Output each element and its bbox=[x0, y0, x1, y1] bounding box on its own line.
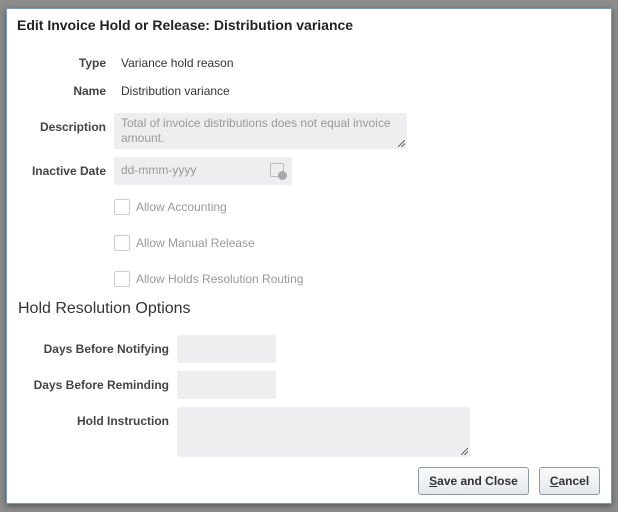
description-text: Total of invoice distributions does not … bbox=[121, 116, 391, 145]
resize-handle-icon[interactable] bbox=[461, 448, 468, 455]
save-label: ave and Close bbox=[437, 474, 518, 488]
days-reminding-input[interactable] bbox=[177, 371, 276, 399]
name-label: Name bbox=[73, 84, 106, 98]
cancel-button[interactable]: Cancel bbox=[539, 467, 600, 495]
hold-instruction-textarea[interactable] bbox=[177, 407, 470, 457]
hold-instruction-label: Hold Instruction bbox=[77, 414, 169, 428]
resize-handle-icon[interactable] bbox=[398, 140, 405, 147]
allow-manual-release-label: Allow Manual Release bbox=[136, 236, 255, 250]
inactive-date-label: Inactive Date bbox=[31, 164, 106, 178]
type-value: Variance hold reason bbox=[121, 56, 234, 70]
days-notifying-input[interactable] bbox=[177, 335, 276, 363]
cancel-label: ancel bbox=[558, 474, 590, 488]
days-notifying-label: Days Before Notifying bbox=[43, 342, 169, 356]
description-textarea[interactable]: Total of invoice distributions does not … bbox=[114, 113, 407, 149]
allow-accounting-label: Allow Accounting bbox=[136, 200, 227, 214]
allow-routing-label: Allow Holds Resolution Routing bbox=[136, 272, 304, 286]
allow-routing-checkbox[interactable] bbox=[114, 271, 130, 287]
calendar-icon[interactable] bbox=[270, 163, 287, 180]
description-label: Description bbox=[39, 120, 106, 134]
days-reminding-label: Days Before Reminding bbox=[33, 378, 169, 392]
save-and-close-button[interactable]: Save and Close bbox=[418, 467, 529, 495]
allow-accounting-checkbox[interactable] bbox=[114, 199, 130, 215]
edit-hold-dialog: Edit Invoice Hold or Release: Distributi… bbox=[6, 8, 612, 504]
save-mnemonic: S bbox=[429, 474, 438, 488]
dialog-title: Edit Invoice Hold or Release: Distributi… bbox=[17, 17, 354, 33]
type-label: Type bbox=[78, 56, 106, 70]
inactive-date-input[interactable]: dd-mmm-yyyy bbox=[114, 157, 292, 185]
section-heading: Hold Resolution Options bbox=[18, 300, 191, 317]
name-value: Distribution variance bbox=[121, 84, 230, 98]
allow-manual-release-checkbox[interactable] bbox=[114, 235, 130, 251]
date-placeholder: dd-mmm-yyyy bbox=[121, 163, 197, 177]
